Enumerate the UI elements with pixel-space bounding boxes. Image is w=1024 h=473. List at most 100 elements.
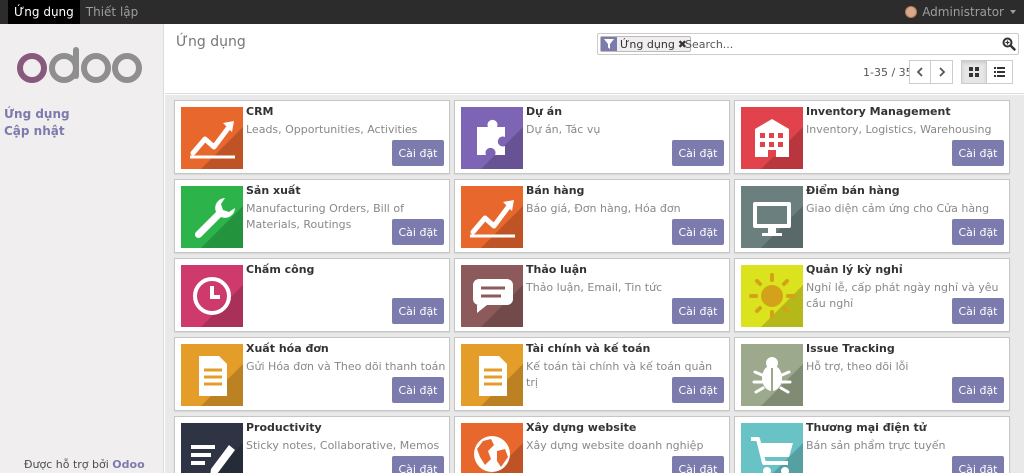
app-icon xyxy=(741,107,803,169)
search-facet-label: Ứng dụng xyxy=(620,37,675,51)
app-title: Inventory Management xyxy=(806,105,951,118)
bug-icon xyxy=(741,344,803,406)
search-box[interactable]: Ứng dụng ✖ xyxy=(597,33,1019,55)
document-icon xyxy=(181,344,243,406)
app-card-ecommerce[interactable]: Thương mại điện tử Bán sản phẩm trực tuy… xyxy=(734,416,1010,473)
app-card-pos[interactable]: Điểm bán hàng Giao diện cảm ứng cho Cửa … xyxy=(734,179,1010,253)
app-title: Thảo luận xyxy=(526,263,587,276)
install-button[interactable]: Cài đặt xyxy=(672,298,724,324)
top-menu-apps[interactable]: Ứng dụng xyxy=(8,0,80,24)
kanban-view-button[interactable] xyxy=(961,60,987,84)
app-summary: Bán sản phẩm trực tuyến xyxy=(806,439,946,452)
search-input[interactable] xyxy=(685,36,985,52)
app-card-discuss[interactable]: Thảo luận Thảo luận, Email, Tin tức Cài … xyxy=(454,258,730,332)
app-title: Quản lý kỳ nghỉ xyxy=(806,263,903,276)
puzzle-icon xyxy=(461,107,523,169)
list-view-button[interactable] xyxy=(987,60,1013,84)
sidebar-item-apps[interactable]: Ứng dụng xyxy=(4,106,70,123)
install-button[interactable]: Cài đặt xyxy=(392,456,444,473)
app-icon xyxy=(461,265,523,327)
app-icon xyxy=(181,344,243,406)
app-icon xyxy=(741,423,803,473)
powered-by-text: Được hỗ trợ bởi xyxy=(24,458,113,471)
powered-by-link[interactable]: Odoo xyxy=(112,458,144,471)
app-summary: Hỗ trợ, theo dõi lỗi xyxy=(806,360,909,373)
search-facet: Ứng dụng ✖ xyxy=(600,36,692,52)
install-button[interactable]: Cài đặt xyxy=(952,456,1004,473)
app-card-manufacturing[interactable]: Sản xuất Manufacturing Orders, Bill of M… xyxy=(174,179,450,253)
app-card-invoicing[interactable]: Xuất hóa đơn Gửi Hóa đơn và Theo dõi tha… xyxy=(174,337,450,411)
install-button[interactable]: Cài đặt xyxy=(672,456,724,473)
install-button[interactable]: Cài đặt xyxy=(392,298,444,324)
install-button[interactable]: Cài đặt xyxy=(952,377,1004,403)
wrench-icon xyxy=(181,186,243,248)
app-title: Dự án xyxy=(526,105,563,118)
odoo-logo[interactable] xyxy=(16,46,144,86)
app-card-project[interactable]: Dự án Dự án, Tác vụ Cài đặt xyxy=(454,100,730,174)
app-title: Bán hàng xyxy=(526,184,585,197)
app-card-inventory[interactable]: Inventory Management Inventory, Logistic… xyxy=(734,100,1010,174)
view-switcher xyxy=(961,60,1013,84)
top-menu-settings[interactable]: Thiết lập xyxy=(80,0,144,24)
app-summary: Xây dựng website doanh nghiệp xyxy=(526,439,704,452)
install-button[interactable]: Cài đặt xyxy=(392,140,444,166)
app-card-crm[interactable]: CRM Leads, Opportunities, Activities Cài… xyxy=(174,100,450,174)
install-button[interactable]: Cài đặt xyxy=(952,219,1004,245)
install-button[interactable]: Cài đặt xyxy=(952,140,1004,166)
app-icon xyxy=(741,265,803,327)
install-button[interactable]: Cài đặt xyxy=(672,219,724,245)
install-button[interactable]: Cài đặt xyxy=(672,377,724,403)
app-title: Xây dựng website xyxy=(526,421,637,434)
sidebar: Ứng dụng Cập nhật Được hỗ trợ bởi Odoo xyxy=(0,24,164,473)
search-icon[interactable] xyxy=(1002,37,1016,51)
app-title: Tài chính và kế toán xyxy=(526,342,651,355)
install-button[interactable]: Cài đặt xyxy=(952,298,1004,324)
document-icon xyxy=(461,344,523,406)
pager-value[interactable]: 1-35 / 35 xyxy=(863,66,913,79)
app-title: Sản xuất xyxy=(246,184,301,197)
app-summary: Sticky notes, Collaborative, Memos xyxy=(246,439,440,452)
app-card-sales[interactable]: Bán hàng Báo giá, Đơn hàng, Hóa đơn Cài … xyxy=(454,179,730,253)
pager-buttons xyxy=(909,60,953,84)
app-card-issue-tracking[interactable]: Issue Tracking Hỗ trợ, theo dõi lỗi Cài … xyxy=(734,337,1010,411)
app-summary: Giao diện cảm ứng cho Cửa hàng xyxy=(806,202,990,215)
app-title: Chấm công xyxy=(246,263,315,276)
app-icon xyxy=(461,423,523,473)
app-icon xyxy=(181,265,243,327)
app-title: Thương mại điện tử xyxy=(806,421,927,434)
sidebar-item-updates[interactable]: Cập nhật xyxy=(4,123,70,140)
avatar xyxy=(905,6,918,18)
install-button[interactable]: Cài đặt xyxy=(392,219,444,245)
pager-next-button[interactable] xyxy=(931,60,953,84)
chevron-right-icon xyxy=(938,67,945,77)
top-navbar: Ứng dụng Thiết lập Administrator xyxy=(0,0,1024,24)
top-menu: Ứng dụng Thiết lập xyxy=(8,0,144,24)
app-summary: Gửi Hóa đơn và Theo dõi thanh toán xyxy=(246,360,446,373)
building-icon xyxy=(741,107,803,169)
user-menu[interactable]: Administrator xyxy=(905,0,1016,24)
caret-down-icon xyxy=(1010,10,1016,14)
app-icon xyxy=(461,344,523,406)
sidebar-menu: Ứng dụng Cập nhật xyxy=(4,106,70,140)
install-button[interactable]: Cài đặt xyxy=(392,377,444,403)
app-summary: Báo giá, Đơn hàng, Hóa đơn xyxy=(526,202,681,215)
app-card-leaves[interactable]: Quản lý kỳ nghỉ Nghỉ lễ, cấp phát ngày n… xyxy=(734,258,1010,332)
app-summary: Inventory, Logistics, Warehousing xyxy=(806,123,992,136)
app-card-website[interactable]: Xây dựng website Xây dựng website doanh … xyxy=(454,416,730,473)
app-title: Productivity xyxy=(246,421,322,434)
app-card-attendance[interactable]: Chấm công Cài đặt xyxy=(174,258,450,332)
app-card-productivity[interactable]: Productivity Sticky notes, Collaborative… xyxy=(174,416,450,473)
app-card-accounting[interactable]: Tài chính và kế toán Kế toán tài chính v… xyxy=(454,337,730,411)
app-icon xyxy=(741,186,803,248)
grid-icon xyxy=(969,67,979,77)
install-button[interactable]: Cài đặt xyxy=(672,140,724,166)
pager-previous-button[interactable] xyxy=(909,60,931,84)
control-panel: Ứng dụng Ứng dụng ✖ 1-35 / 35 xyxy=(165,24,1024,94)
filter-icon xyxy=(601,37,617,51)
monitor-icon xyxy=(741,186,803,248)
powered-by: Được hỗ trợ bởi Odoo xyxy=(24,458,145,471)
list-icon xyxy=(994,67,1005,77)
chart-up-icon xyxy=(181,107,243,169)
app-title: Issue Tracking xyxy=(806,342,895,355)
sun-icon xyxy=(741,265,803,327)
